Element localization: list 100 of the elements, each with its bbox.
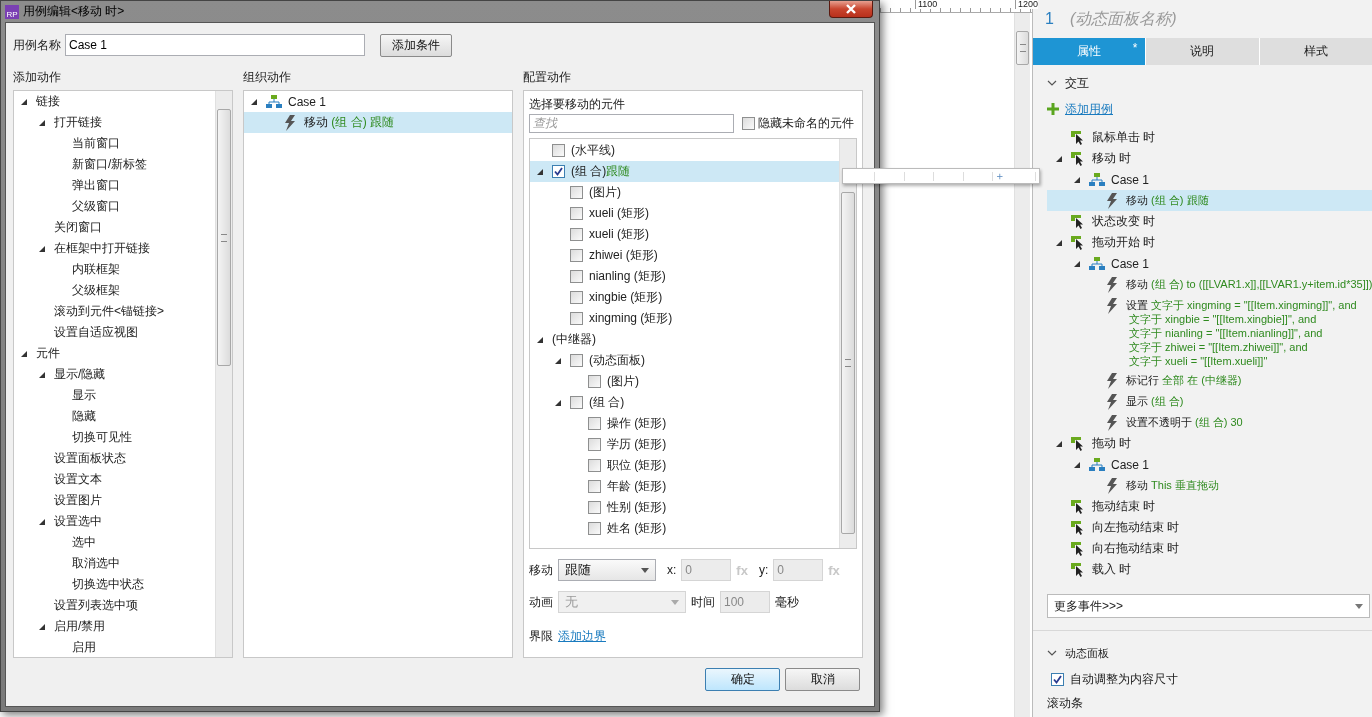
action-item[interactable]: 显示/隐藏 <box>54 366 106 383</box>
widget-row[interactable]: xingbie (矩形) <box>530 287 839 308</box>
search-field[interactable]: 查找 <box>529 113 734 133</box>
expanded-triangle-icon[interactable] <box>1055 439 1063 448</box>
expanded-triangle-icon[interactable] <box>1073 460 1081 469</box>
action-item[interactable]: 设置图片 <box>54 492 102 509</box>
ok-button[interactable]: 确定 <box>705 668 780 691</box>
widget-row[interactable]: 职位 (矩形) <box>530 455 839 476</box>
action-row[interactable]: 移动 (组 合) 跟随 <box>1047 190 1372 211</box>
action-item[interactable]: 设置列表选中项 <box>54 597 138 614</box>
event-item[interactable]: 向左拖动结束 时 <box>1092 519 1180 536</box>
action-item[interactable]: 关闭窗口 <box>54 219 102 236</box>
widget-row[interactable]: 性别 (矩形) <box>530 497 839 518</box>
widget-row[interactable]: (图片) <box>530 371 839 392</box>
chevron-down-icon[interactable] <box>1047 80 1057 86</box>
expanded-triangle-icon[interactable] <box>554 398 562 407</box>
scrollbar[interactable] <box>215 91 232 657</box>
action-row[interactable]: 显示 (组 合) <box>1047 391 1372 412</box>
expanded-triangle-icon[interactable] <box>38 244 46 253</box>
move-mode-select[interactable]: 跟随 <box>558 559 656 581</box>
expanded-triangle-icon[interactable] <box>38 370 46 379</box>
checkbox[interactable] <box>570 207 583 220</box>
action-item[interactable]: 在框架中打开链接 <box>54 240 150 257</box>
action-item[interactable]: 设置文本 <box>54 471 102 488</box>
action-row[interactable]: 标记行 全部 在 (中继器) <box>1047 370 1372 391</box>
action-item[interactable]: 滚动到元件<锚链接> <box>54 303 164 320</box>
action-row[interactable]: 移动 (组 合) 跟随 <box>244 112 512 133</box>
checkbox[interactable] <box>570 228 583 241</box>
widget-row[interactable]: (中继器) <box>530 329 839 350</box>
widget-row[interactable]: (水平线) <box>530 140 839 161</box>
expanded-triangle-icon[interactable] <box>536 167 544 176</box>
add-condition-button[interactable]: 添加条件 <box>380 33 452 57</box>
expanded-triangle-icon[interactable] <box>20 97 28 106</box>
expanded-triangle-icon[interactable] <box>536 335 544 344</box>
tab[interactable]: 样式 <box>1259 38 1372 65</box>
cancel-button[interactable]: 取消 <box>785 668 860 691</box>
checkbox[interactable] <box>588 375 601 388</box>
checkbox[interactable] <box>570 354 583 367</box>
widget-row[interactable]: xueli (矩形) <box>530 224 839 245</box>
expanded-triangle-icon[interactable] <box>250 97 258 106</box>
checkbox[interactable] <box>588 501 601 514</box>
expanded-triangle-icon[interactable] <box>1055 238 1063 247</box>
action-item[interactable]: 设置选中 <box>54 513 102 530</box>
checkbox[interactable] <box>552 144 565 157</box>
action-item[interactable]: 元件 <box>36 345 60 362</box>
more-events-select[interactable]: 更多事件>>> <box>1047 594 1370 618</box>
action-item[interactable]: 打开链接 <box>54 114 102 131</box>
checkbox[interactable] <box>570 396 583 409</box>
expanded-triangle-icon[interactable] <box>1073 259 1081 268</box>
scrollbar[interactable] <box>839 139 856 548</box>
event-item[interactable]: 载入 时 <box>1092 561 1132 578</box>
widget-row[interactable]: xingming (矩形) <box>530 308 839 329</box>
checkbox[interactable] <box>570 312 583 325</box>
checkbox[interactable] <box>588 459 601 472</box>
expanded-triangle-icon[interactable] <box>38 517 46 526</box>
widget-row[interactable]: (图片) <box>530 182 839 203</box>
widget-row[interactable]: xueli (矩形) <box>530 203 839 224</box>
add-case-link[interactable]: 添加用例 <box>1065 100 1113 118</box>
plus-icon[interactable] <box>997 172 1003 180</box>
action-item[interactable]: 显示 <box>72 387 96 404</box>
action-item[interactable]: 弹出窗口 <box>72 177 120 194</box>
event-item[interactable]: 移动 时 <box>1092 150 1132 167</box>
action-row[interactable]: 移动 This 垂直拖动 <box>1047 475 1372 496</box>
close-button[interactable] <box>829 1 873 18</box>
action-item[interactable]: 内联框架 <box>72 261 120 278</box>
action-item[interactable]: 选中 <box>72 534 96 551</box>
event-item[interactable]: 状态改变 时 <box>1092 213 1156 230</box>
expanded-triangle-icon[interactable] <box>1073 175 1081 184</box>
event-item[interactable]: 向右拖动结束 时 <box>1092 540 1180 557</box>
event-item[interactable]: 鼠标单击 时 <box>1092 129 1156 146</box>
chevron-down-icon[interactable] <box>1047 650 1057 656</box>
checkbox[interactable] <box>1051 672 1064 686</box>
checkbox[interactable] <box>570 249 583 262</box>
event-item[interactable]: 拖动 时 <box>1092 435 1132 452</box>
action-item[interactable]: 启用 <box>72 639 96 656</box>
action-item[interactable]: 设置面板状态 <box>54 450 126 467</box>
action-row[interactable]: 设置 文字于 xingming = "[[Item.xingming]]", and 文字于 xingbie = "[[Item.xingbie]]", and 文字于 nianling = "[[Item.nianling]]", and 文字于 zhiwei = "[[Item.zhiwei]]", and 文字于 xueli = "[[Item.xueli]]" <box>1047 295 1372 370</box>
action-item[interactable]: 切换选中状态 <box>72 576 144 593</box>
widget-row[interactable]: zhiwei (矩形) <box>530 245 839 266</box>
widget-row[interactable]: 学历 (矩形) <box>530 434 839 455</box>
widget-row[interactable]: nianling (矩形) <box>530 266 839 287</box>
case-name-field[interactable]: Case 1 <box>65 34 365 56</box>
case-item[interactable]: Case 1 <box>1111 256 1150 271</box>
case-item[interactable]: Case 1 <box>1111 457 1150 472</box>
checkbox[interactable] <box>570 186 583 199</box>
case-item[interactable]: Case 1 <box>288 94 327 109</box>
action-item[interactable]: 父级框架 <box>72 282 120 299</box>
widget-row[interactable]: (动态面板) <box>530 350 839 371</box>
add-bounds-link[interactable]: 添加边界 <box>558 627 606 645</box>
expanded-triangle-icon[interactable] <box>38 118 46 127</box>
event-item[interactable]: 拖动结束 时 <box>1092 498 1156 515</box>
widget-row[interactable]: 姓名 (矩形) <box>530 518 839 539</box>
action-item[interactable]: 隐藏 <box>72 408 96 425</box>
action-item[interactable]: 父级窗口 <box>72 198 120 215</box>
expanded-triangle-icon[interactable] <box>38 622 46 631</box>
tab[interactable]: 说明 <box>1146 38 1259 65</box>
checkbox[interactable] <box>742 116 755 130</box>
checkbox[interactable] <box>570 270 583 283</box>
action-item[interactable]: 链接 <box>36 93 60 110</box>
action-item[interactable]: 启用/禁用 <box>54 618 106 635</box>
